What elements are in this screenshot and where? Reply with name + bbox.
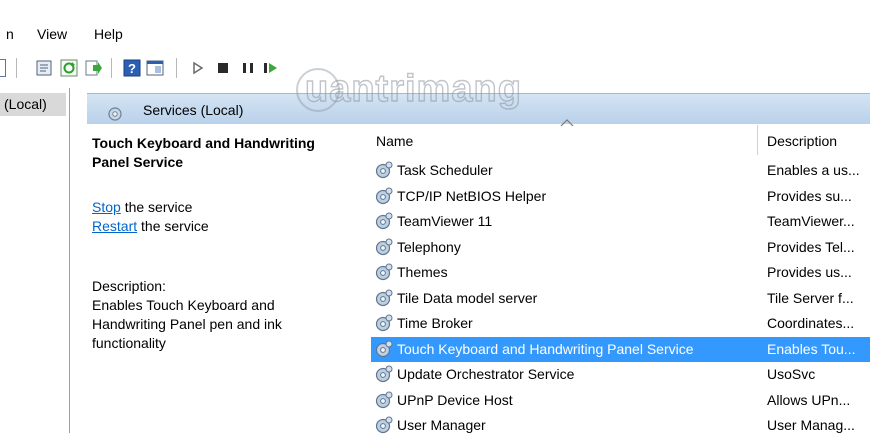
service-row[interactable]: User Manager User Manag... [371,413,870,438]
service-row[interactable]: Update Orchestrator Service UsoSvc [371,362,870,387]
restart-suffix: the service [137,218,209,234]
toolbar-separator [111,58,112,78]
menu-bar: n View Help [0,0,870,43]
help-icon[interactable]: ? [123,59,141,77]
console-tree-icon[interactable] [0,59,6,77]
services-gear-icon [108,107,122,121]
service-row[interactable]: Touch Keyboard and Handwriting Panel Ser… [371,336,870,362]
service-description: UsoSvc [767,366,816,382]
service-gear-icon [374,212,394,231]
service-title-line2: Panel Service [92,154,184,170]
pause-service-icon[interactable] [239,59,257,77]
service-gear-icon [374,187,394,206]
service-gear-icon [374,314,394,333]
sort-ascending-icon [560,119,574,127]
toolbar-separator [16,58,17,78]
console-tree: (Local) [0,88,70,433]
restart-action: Restart the service [92,217,209,236]
service-name: Tile Data model server [397,289,538,306]
service-name: Update Orchestrator Service [397,366,575,382]
service-row[interactable]: UPnP Device Host Allows UPn... [371,388,870,413]
restart-link[interactable]: Restart [92,218,137,234]
service-row[interactable]: TeamViewer 11 TeamViewer... [371,209,870,234]
service-name: UPnP Device Host [397,391,513,408]
service-name: Time Broker [397,315,473,331]
toolbar-separator [176,58,177,78]
service-gear-icon [374,416,394,435]
service-description: Enables Tou... [767,340,856,357]
service-row[interactable]: Themes Provides us... [371,260,870,285]
service-name: Themes [397,264,448,280]
service-gear-icon [374,391,394,410]
service-row[interactable]: Task Scheduler Enables a us... [371,158,870,183]
service-name: Telephony [397,238,461,255]
service-gear-icon [374,238,394,257]
service-gear-icon [374,289,394,308]
column-divider[interactable] [757,125,758,155]
service-row[interactable]: TCP/IP NetBIOS Helper Provides su... [371,184,870,209]
stop-action: Stop the service [92,198,192,217]
menu-view[interactable]: View [37,26,67,42]
service-gear-icon [374,263,394,282]
refresh-icon[interactable] [60,59,78,77]
svg-text:?: ? [128,61,136,76]
properties-icon[interactable] [35,59,53,77]
column-header-description[interactable]: Description [767,133,837,149]
service-description: Coordinates... [767,315,855,331]
service-name: Touch Keyboard and Handwriting Panel Ser… [397,340,694,357]
pane-title: Services (Local) [143,102,244,118]
show-hide-pane-icon[interactable] [146,59,164,77]
watermark-text: uantrimang [304,67,522,110]
menu-help[interactable]: Help [94,26,123,42]
service-gear-icon [374,340,394,359]
stop-link[interactable]: Stop [92,199,121,215]
export-list-icon[interactable] [85,59,103,77]
start-service-icon[interactable] [189,59,207,77]
description-line2: Handwriting Panel pen and ink [92,316,282,332]
service-name: TeamViewer 11 [397,213,493,229]
stop-service-icon[interactable] [214,59,232,77]
service-description: TeamViewer... [767,213,855,229]
service-description: Tile Server f... [767,289,854,306]
menu-action[interactable]: n [6,26,14,42]
description-label: Description: [92,278,166,294]
service-description: Allows UPn... [767,391,851,408]
description-line3: functionality [92,335,166,351]
service-description: Provides su... [767,187,852,204]
description-line1: Enables Touch Keyboard and [92,297,275,313]
service-gear-icon [374,161,394,180]
service-description: Provides Tel... [767,238,855,255]
stop-suffix: the service [120,199,193,215]
service-description: User Manag... [767,417,855,433]
service-title-line1: Touch Keyboard and Handwriting [92,135,315,151]
restart-service-icon[interactable] [262,59,280,77]
service-row[interactable]: Telephony Provides Tel... [371,235,870,260]
tree-item-services-local[interactable]: (Local) [0,93,66,116]
service-description: Enables a us... [767,162,860,178]
service-row[interactable]: Tile Data model server Tile Server f... [371,286,870,311]
service-description: Provides us... [767,264,852,280]
service-name: User Manager [397,417,486,433]
column-header-name[interactable]: Name [376,133,413,149]
service-row[interactable]: Time Broker Coordinates... [371,311,870,336]
service-name: Task Scheduler [397,162,493,178]
service-name: TCP/IP NetBIOS Helper [397,187,547,204]
service-gear-icon [374,365,394,384]
